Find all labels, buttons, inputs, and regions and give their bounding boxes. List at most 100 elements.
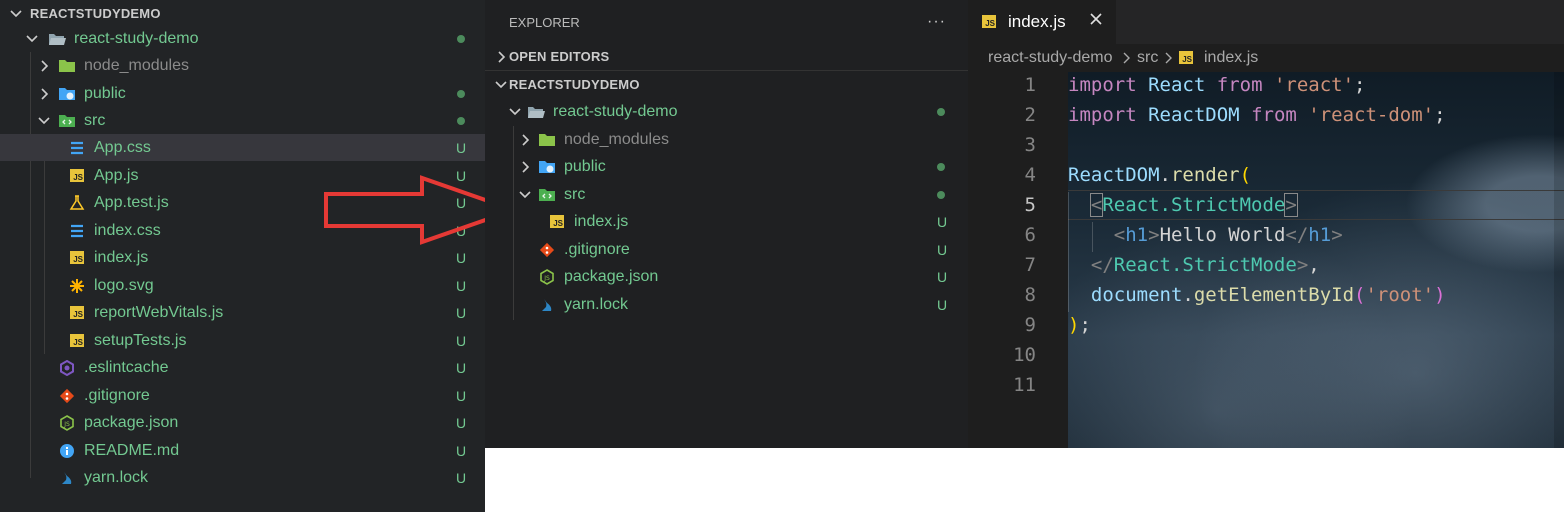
tree-item-app-css[interactable]: App.css U <box>0 134 485 161</box>
tree-item-yarn-lock[interactable]: yarn.lock U <box>485 291 968 318</box>
tree-item-node-modules[interactable]: node_modules <box>0 52 485 79</box>
editor-tab-index-js[interactable]: JS index.js <box>968 0 1116 44</box>
code-line-1[interactable]: import React from 'react'; <box>1068 74 1366 96</box>
node-folder-icon <box>58 57 76 75</box>
tree-item-label: .gitignore <box>564 240 630 258</box>
tree-item-label: .gitignore <box>84 386 150 404</box>
indent-guide <box>1068 192 1069 312</box>
tree-item-label: yarn.lock <box>564 295 629 313</box>
tree-item-label: setupTests.js <box>94 331 187 349</box>
git-icon <box>58 387 76 405</box>
untracked-status: U <box>937 296 948 313</box>
explorer-header: EXPLORER ··· <box>485 8 968 36</box>
untracked-status: U <box>456 442 467 459</box>
code-line-6[interactable]: <h1>Hello World</h1> <box>1068 224 1343 246</box>
chevron-down-icon <box>505 102 525 122</box>
untracked-status: U <box>456 469 467 486</box>
breadcrumb: react-study-demo src JS index.js <box>968 44 1564 72</box>
chevron-right-icon <box>491 47 511 67</box>
tree-item-setuptests-js[interactable]: JS setupTests.js U <box>0 327 485 354</box>
js-file-icon: JS <box>68 249 86 267</box>
untracked-status: U <box>456 304 467 321</box>
svg-text:JS: JS <box>543 275 550 282</box>
tree-folder-react-study-demo[interactable]: react-study-demo <box>0 25 485 52</box>
yarn-icon <box>58 469 76 487</box>
code-line-2[interactable]: import ReactDOM from 'react-dom'; <box>1068 104 1446 126</box>
code-editor: JS index.js react-study-demo src JS inde… <box>968 0 1564 448</box>
chevron-right-icon <box>515 130 535 150</box>
chevron-right-icon <box>34 56 54 76</box>
tree-item-src[interactable]: src <box>0 107 485 134</box>
tree-item-label: node_modules <box>564 130 669 148</box>
tree-item-node-modules[interactable]: node_modules <box>485 126 968 153</box>
folder-open-icon <box>48 30 66 48</box>
tree-item-label: react-study-demo <box>74 29 199 47</box>
node-folder-icon <box>538 131 556 149</box>
tree-item-eslintcache[interactable]: .eslintcache U <box>0 354 485 381</box>
tree-item-gitignore[interactable]: .gitignore U <box>485 236 968 263</box>
code-line-8[interactable]: document.getElementById('root') <box>1068 284 1446 306</box>
untracked-status: U <box>937 213 948 230</box>
chevron-right-icon <box>515 157 535 177</box>
tree-item-label: App.css <box>94 138 151 156</box>
tree-folder-react-study-demo[interactable]: react-study-demo <box>485 98 968 125</box>
tree-root-reactstudydemo[interactable]: REACTSTUDYDEMO <box>485 71 968 98</box>
explorer-panel: EXPLORER ··· OPEN EDITORS REACTSTUDYDEMO… <box>485 0 968 448</box>
tree-item-label: package.json <box>84 413 179 431</box>
modified-dot <box>937 162 945 171</box>
tree-root-reactstudydemo[interactable]: REACTSTUDYDEMO <box>0 0 485 27</box>
line-number: 9 <box>1024 314 1036 336</box>
js-file-icon: JS <box>1179 51 1193 64</box>
tree-item-label: index.js <box>574 212 629 230</box>
editor-scrollbar[interactable] <box>1554 72 1564 448</box>
tree-item-package-json[interactable]: JS package.json U <box>485 263 968 290</box>
tree-item-index-js[interactable]: JS index.js U <box>485 208 968 235</box>
tree-item-logo-svg[interactable]: logo.svg U <box>0 272 485 299</box>
tree-item-gitignore[interactable]: .gitignore U <box>0 382 485 409</box>
breadcrumb-item[interactable]: react-study-demo <box>988 49 1113 67</box>
untracked-status: U <box>456 414 467 431</box>
tree-item-reportwebvitals-js[interactable]: JS reportWebVitals.js U <box>0 299 485 326</box>
tree-item-label: README.md <box>84 441 180 459</box>
tree-item-label: App.test.js <box>94 193 169 211</box>
yarn-icon <box>538 296 556 314</box>
tree-item-label: index.css <box>94 221 161 239</box>
breadcrumb-item[interactable]: src <box>1137 49 1158 67</box>
code-line-4[interactable]: ReactDOM.render( <box>1068 164 1251 186</box>
modified-dot <box>457 89 465 98</box>
editor-tab-bar: JS index.js <box>968 0 1564 44</box>
css-file-icon <box>68 139 86 157</box>
breadcrumb-item[interactable]: index.js <box>1204 49 1258 67</box>
git-icon <box>538 241 556 259</box>
tree-item-src[interactable]: src <box>485 181 968 208</box>
more-actions-button[interactable]: ··· <box>927 13 946 31</box>
tree-item-readme[interactable]: README.md U <box>0 437 485 464</box>
tree-item-index-js[interactable]: JS index.js U <box>0 244 485 271</box>
tree-item-public[interactable]: public <box>485 153 968 180</box>
js-file-icon: JS <box>68 304 86 322</box>
untracked-status: U <box>456 139 467 156</box>
line-number: 11 <box>1013 374 1036 396</box>
line-number: 1 <box>1024 74 1036 96</box>
tree-item-label: public <box>564 157 606 175</box>
tree-item-label: public <box>84 84 126 102</box>
untracked-status: U <box>456 332 467 349</box>
test-flask-icon <box>68 194 86 212</box>
code-line-9[interactable]: ); <box>1068 314 1091 336</box>
open-editors-section[interactable]: OPEN EDITORS <box>485 43 968 70</box>
tree-root-label: REACTSTUDYDEMO <box>509 77 640 92</box>
tree-item-package-json[interactable]: JS package.json U <box>0 409 485 436</box>
chevron-right-icon <box>34 84 54 104</box>
code-line-7[interactable]: </React.StrictMode>, <box>1068 254 1320 276</box>
folder-open-icon <box>527 103 545 121</box>
line-number: 3 <box>1024 134 1036 156</box>
js-file-icon: JS <box>68 332 86 350</box>
close-icon[interactable] <box>1088 11 1104 32</box>
chevron-right-icon <box>1122 51 1132 70</box>
tree-item-public[interactable]: public <box>0 80 485 107</box>
src-folder-icon <box>538 186 556 204</box>
tree-item-yarn-lock[interactable]: yarn.lock U <box>0 464 485 491</box>
code-line-5[interactable]: <React.StrictMode> <box>1068 193 1298 217</box>
tree-item-label: .eslintcache <box>84 358 169 376</box>
svg-file-icon <box>68 277 86 295</box>
